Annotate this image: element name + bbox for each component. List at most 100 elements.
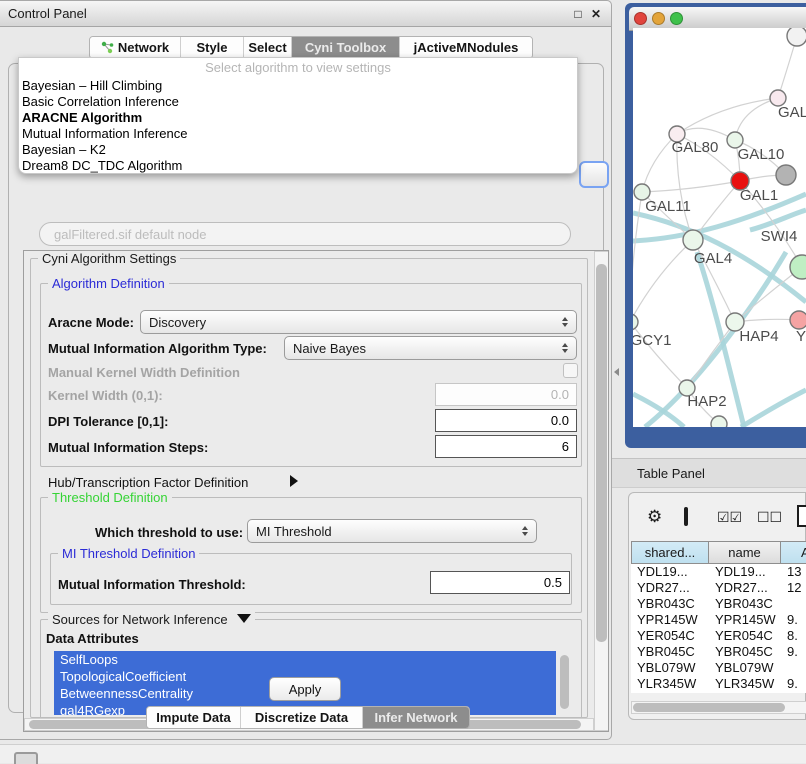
sources-collapse-icon[interactable]: [237, 614, 251, 623]
bottom-tab-discretize-data[interactable]: Discretize Data: [241, 707, 363, 728]
table-hscrollbar-thumb[interactable]: [633, 703, 785, 712]
sources-title-text: Sources for Network Inference: [52, 612, 228, 627]
node-label: GAL4: [694, 250, 732, 267]
table-cell: YDL19...: [709, 564, 781, 580]
control-panel-window: Control Panel □ ✕ Network Style Select Cyni…: [0, 0, 612, 740]
node-label: Y: [796, 328, 806, 345]
column-header-name[interactable]: name: [709, 541, 781, 564]
columns-icon[interactable]: [684, 507, 688, 526]
tab-select[interactable]: Select: [244, 37, 292, 58]
network-node-swi4[interactable]: [790, 255, 806, 279]
mi-threshold-definition-title: MI Threshold Definition: [58, 546, 199, 561]
data-attribute-item[interactable]: SelfLoops: [54, 651, 556, 668]
tab-cyni-toolbox[interactable]: Cyni Toolbox: [292, 37, 400, 58]
table-cell: 9.: [781, 644, 806, 660]
aracne-mode-combobox[interactable]: Discovery: [140, 310, 577, 334]
tab-label: Style: [196, 40, 227, 55]
export-table-icon[interactable]: [797, 505, 806, 527]
settings-vscrollbar-thumb[interactable]: [596, 264, 607, 642]
node-label: GAL1: [740, 187, 778, 204]
table-row[interactable]: YBR045CYBR045C9.: [631, 644, 806, 660]
table-cell: YDL19...: [631, 564, 709, 580]
network-node[interactable]: [787, 28, 806, 46]
algorithm-option[interactable]: Bayesian – Hill Climbing: [19, 78, 577, 94]
tab-network[interactable]: Network: [90, 37, 181, 58]
algorithm-option[interactable]: Bayesian – K2: [19, 142, 577, 158]
table-row[interactable]: YER054CYER054C8.: [631, 628, 806, 644]
table-cell: YBR043C: [631, 596, 709, 612]
manual-kernel-checkbox[interactable]: [563, 363, 578, 378]
mi-type-label: Mutual Information Algorithm Type:: [48, 341, 267, 356]
hub-expand-icon[interactable]: [290, 475, 298, 487]
algorithm-option[interactable]: ARACNE Algorithm: [19, 110, 577, 126]
splitter-arrow-icon[interactable]: [614, 368, 619, 376]
control-panel-tabbar: Network Style Select Cyni ToolboxjActiveMNo…: [89, 36, 533, 59]
network-node[interactable]: [711, 416, 727, 427]
minimize-traffic-light[interactable]: [652, 12, 665, 25]
gear-icon[interactable]: ⚙: [647, 507, 662, 527]
attributes-scrollbar-thumb[interactable]: [560, 655, 569, 709]
tab-style[interactable]: Style: [181, 37, 244, 58]
node-label: GAL10: [738, 146, 785, 163]
algorithm-option[interactable]: Mutual Information Inference: [19, 126, 577, 142]
mi-threshold-label: Mutual Information Threshold:: [58, 577, 246, 592]
combo-arrows-icon: [522, 526, 528, 536]
mi-steps-value: 6: [562, 439, 569, 454]
network-node-gal4[interactable]: [683, 230, 703, 250]
mi-steps-field[interactable]: 6: [435, 435, 577, 458]
apply-button-label: Apply: [289, 682, 322, 697]
bottom-tab-impute-data[interactable]: Impute Data: [147, 707, 241, 728]
algorithm-popup-placeholder: Select algorithm to view settings: [19, 58, 577, 78]
table-row[interactable]: YDR27...YDR27...12: [631, 580, 806, 596]
node-label: GAL: [778, 104, 806, 121]
close-icon[interactable]: ✕: [589, 7, 603, 21]
tab-label: Select: [248, 40, 286, 55]
kernel-width-field[interactable]: 0.0: [435, 383, 577, 406]
tab-jactivemnodules[interactable]: jActiveMNodules: [400, 37, 532, 58]
bottom-tabbar: Impute Data Discretize Data Infer Network: [146, 706, 470, 729]
float-window-icon[interactable]: □: [571, 7, 585, 21]
table-row[interactable]: YBL079WYBL079W: [631, 660, 806, 676]
minimized-panel-icon[interactable]: [14, 752, 38, 764]
table-cell: YBR043C: [709, 596, 781, 612]
dpi-tolerance-value: 0.0: [551, 413, 569, 428]
dpi-tolerance-field[interactable]: 0.0: [435, 409, 577, 432]
table-row[interactable]: YDL19...YDL19...13: [631, 564, 806, 580]
close-traffic-light[interactable]: [634, 12, 647, 25]
table-cell: 12: [781, 580, 806, 596]
algorithm-option[interactable]: Dream8 DC_TDC Algorithm: [19, 158, 577, 174]
deselect-all-columns-icon[interactable]: ☐☐: [757, 509, 782, 526]
network-canvas[interactable]: GALGAL80GAL10GAL1GAL11GAL4SWI4GCY1HAP4YH…: [633, 28, 806, 427]
tab-label: Discretize Data: [255, 710, 348, 725]
algorithm-combobox-fragment[interactable]: [579, 161, 609, 188]
table-cell: YIL052C: [709, 692, 781, 693]
table-cell: YLR345W: [709, 676, 781, 692]
network-node-gcy1[interactable]: [633, 314, 638, 330]
window-title: Control Panel: [8, 6, 87, 21]
table-row[interactable]: YPR145WYPR145W9.: [631, 612, 806, 628]
algorithm-option[interactable]: Basic Correlation Inference: [19, 94, 577, 110]
select-all-columns-icon[interactable]: ☑☑: [717, 509, 742, 526]
which-threshold-label: Which threshold to use:: [95, 525, 243, 540]
zoom-traffic-light[interactable]: [670, 12, 683, 25]
table-row[interactable]: YBR043CYBR043C: [631, 596, 806, 612]
table-cell: 9.: [781, 676, 806, 692]
dpi-tolerance-label: DPI Tolerance [0,1]:: [48, 414, 168, 429]
which-threshold-combobox[interactable]: MI Threshold: [247, 519, 537, 543]
table-row[interactable]: YIL052CYIL052C9: [631, 692, 806, 693]
table-row[interactable]: YLR345WYLR345W9.: [631, 676, 806, 692]
node-label: HAP4: [739, 328, 778, 345]
column-header-partial[interactable]: A: [781, 541, 806, 564]
mi-type-combobox[interactable]: Naive Bayes: [284, 336, 577, 360]
apply-button[interactable]: Apply: [269, 677, 341, 701]
tab-label: Impute Data: [156, 710, 230, 725]
network-node-y[interactable]: [790, 311, 806, 329]
mi-threshold-field[interactable]: 0.5: [430, 571, 570, 594]
bottom-tab-infer-network[interactable]: Infer Network: [363, 707, 469, 728]
data-attributes-label: Data Attributes: [46, 631, 139, 646]
table-cell: YDR27...: [631, 580, 709, 596]
network-node[interactable]: [776, 165, 796, 185]
table-header-row: shared... name A: [631, 541, 806, 564]
column-header-shared-name[interactable]: shared...: [631, 541, 709, 564]
table-select-combobox[interactable]: galFiltered.sif default node: [39, 222, 571, 246]
